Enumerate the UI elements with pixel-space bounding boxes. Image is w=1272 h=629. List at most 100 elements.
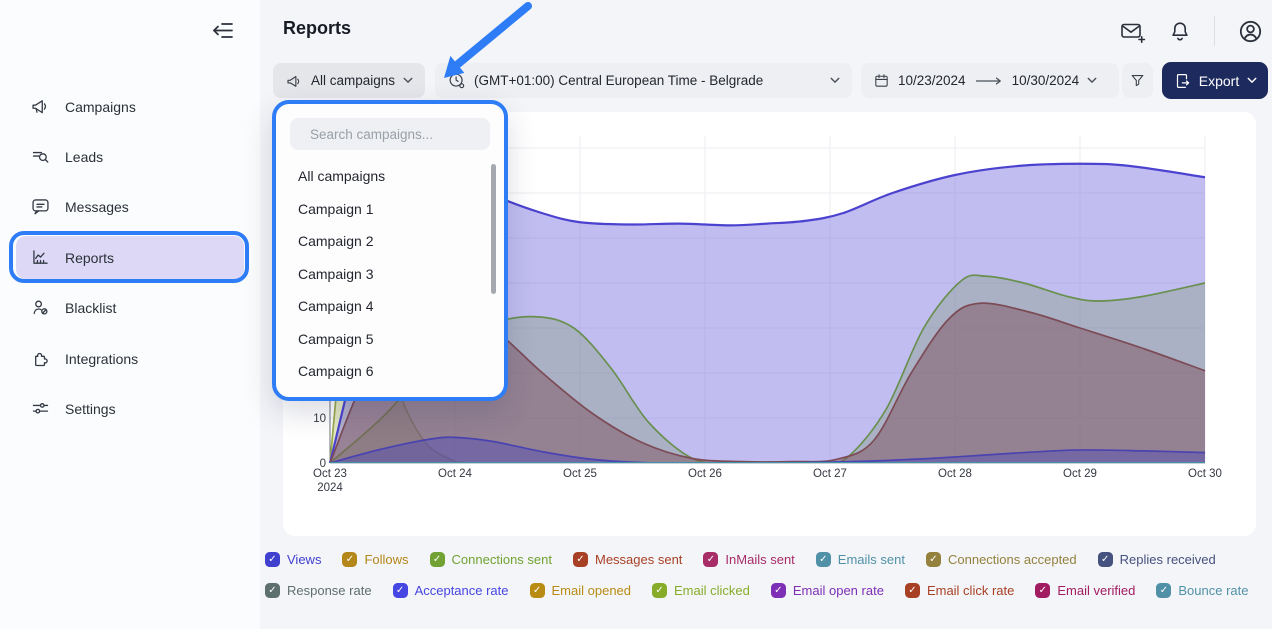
legend-item-messages-sent[interactable]: ✓ Messages sent: [573, 552, 682, 567]
user-block-icon: [30, 297, 51, 318]
dropdown-item-campaign-1[interactable]: Campaign 1: [276, 193, 504, 226]
legend-label: Follows: [364, 552, 408, 567]
checkbox-email-clicked[interactable]: ✓: [652, 583, 667, 598]
x-axis-label: Oct 30: [1188, 468, 1222, 480]
dropdown-item-campaign-5[interactable]: Campaign 5: [276, 323, 504, 356]
checkbox-response-rate[interactable]: ✓: [265, 583, 280, 598]
checkbox-connections-sent[interactable]: ✓: [430, 552, 445, 567]
legend-item-emails-sent[interactable]: ✓ Emails sent: [816, 552, 905, 567]
checkbox-email-open-rate[interactable]: ✓: [771, 583, 786, 598]
checkbox-emails-sent[interactable]: ✓: [816, 552, 831, 567]
header-icons: [1119, 14, 1264, 48]
filter-funnel-button[interactable]: [1122, 63, 1153, 98]
campaign-dropdown-panel: All campaignsCampaign 1Campaign 2Campaig…: [272, 100, 508, 401]
legend-item-bounce-rate[interactable]: ✓ Bounce rate: [1156, 583, 1248, 598]
x-axis-label-year: 2024: [317, 482, 343, 494]
sidebar-item-leads[interactable]: Leads: [16, 135, 244, 178]
checkbox-messages-sent[interactable]: ✓: [573, 552, 588, 567]
checkbox-email-opened[interactable]: ✓: [530, 583, 545, 598]
sidebar-item-reports[interactable]: Reports: [16, 236, 244, 279]
legend-label: Bounce rate: [1178, 583, 1248, 598]
legend-label: Messages sent: [595, 552, 682, 567]
legend-item-acceptance-rate[interactable]: ✓Acceptance rate: [393, 583, 509, 598]
sidebar-item-integrations[interactable]: Integrations: [16, 337, 244, 380]
legend-label: Email clicked: [674, 583, 750, 598]
checkbox-connections-accepted[interactable]: ✓: [926, 552, 941, 567]
legend-label: Email opened: [552, 583, 632, 598]
dropdown-item-campaign-6[interactable]: Campaign 6: [276, 355, 504, 388]
x-axis-label: Oct 28: [938, 468, 972, 480]
legend-item-email-opened[interactable]: ✓ Email opened: [530, 583, 632, 598]
dropdown-item-all-campaigns[interactable]: All campaigns: [276, 160, 504, 193]
sliders-icon: [30, 398, 51, 419]
funnel-icon: [1129, 72, 1146, 89]
legend-item-response-rate[interactable]: ✓ Response rate: [265, 583, 372, 598]
sidebar-item-blacklist[interactable]: Blacklist: [16, 286, 244, 329]
legend-label: Connections accepted: [948, 552, 1077, 567]
campaign-filter-label: All campaigns: [311, 73, 395, 88]
legend-item-views[interactable]: ✓ Views: [265, 552, 321, 567]
checkbox-email-click-rate[interactable]: ✓: [905, 583, 920, 598]
legend-item-email-clicked[interactable]: ✓ Email clicked: [652, 583, 750, 598]
sidebar: Campaigns Leads Messages Reports Blacklist In…: [0, 0, 260, 629]
legend-label: Response rate: [287, 583, 372, 598]
export-label: Export: [1199, 73, 1239, 89]
legend-label: Emails sent: [838, 552, 905, 567]
timezone-dropdown[interactable]: (GMT+01:00) Central European Time - Belg…: [435, 63, 852, 98]
checkbox-follows[interactable]: ✓: [342, 552, 357, 567]
legend-label: Replies received: [1120, 552, 1216, 567]
sidebar-item-label: Leads: [65, 149, 103, 165]
sidebar-item-settings[interactable]: Settings: [16, 387, 244, 430]
legend-item-follows[interactable]: ✓ Follows: [342, 552, 408, 567]
lead-search-icon: [30, 146, 51, 167]
legend-item-email-open-rate[interactable]: ✓Email open rate: [771, 583, 884, 598]
legend-label: Connections sent: [452, 552, 552, 567]
sidebar-collapse-icon[interactable]: [208, 18, 236, 44]
campaign-search-input[interactable]: [308, 126, 489, 143]
legend-item-connections-accepted[interactable]: ✓ Connections accepted: [926, 552, 1077, 567]
sidebar-item-label: Integrations: [65, 351, 138, 367]
legend-item-email-verified[interactable]: ✓Email verified: [1035, 583, 1135, 598]
legend-label: Views: [287, 552, 321, 567]
chart-icon: [30, 247, 51, 268]
page-title: Reports: [283, 18, 351, 39]
campaign-search[interactable]: [290, 118, 490, 150]
sidebar-item-label: Messages: [65, 199, 129, 215]
legend-label: Email click rate: [927, 583, 1014, 598]
date-range-picker[interactable]: 10/23/2024 10/30/2024: [861, 63, 1119, 98]
date-start: 10/23/2024: [898, 73, 966, 88]
dropdown-scrollbar-thumb[interactable]: [491, 164, 496, 294]
legend-row-1: ✓ Views ✓ Follows ✓ Connections sent ✓ Messages…: [265, 552, 1265, 567]
chat-bubble-icon: [30, 196, 51, 217]
x-axis-label: Oct 24: [438, 468, 472, 480]
puzzle-icon: [30, 348, 51, 369]
dropdown-item-campaign-4[interactable]: Campaign 4: [276, 290, 504, 323]
legend-item-inmails-sent[interactable]: ✓InMails sent: [703, 552, 794, 567]
x-axis-label: Oct 26: [688, 468, 722, 480]
export-button[interactable]: Export: [1162, 62, 1268, 99]
checkbox-replies-received[interactable]: ✓: [1098, 552, 1113, 567]
bell-icon[interactable]: [1168, 19, 1192, 44]
campaign-filter-dropdown[interactable]: All campaigns: [273, 63, 425, 98]
checkbox-acceptance-rate[interactable]: ✓: [393, 583, 408, 598]
checkbox-views[interactable]: ✓: [265, 552, 280, 567]
sidebar-item-label: Blacklist: [65, 300, 116, 316]
header-divider: [1214, 16, 1215, 46]
megaphone-icon: [30, 96, 51, 117]
date-end: 10/30/2024: [1012, 73, 1080, 88]
export-file-icon: [1173, 72, 1191, 90]
dropdown-item-campaign-2[interactable]: Campaign 2: [276, 225, 504, 258]
avatar-icon[interactable]: [1237, 18, 1264, 45]
mail-plus-icon[interactable]: [1119, 19, 1146, 44]
checkbox-inmails-sent[interactable]: ✓: [703, 552, 718, 567]
dropdown-item-campaign-3[interactable]: Campaign 3: [276, 258, 504, 291]
checkbox-email-verified[interactable]: ✓: [1035, 583, 1050, 598]
sidebar-item-messages[interactable]: Messages: [16, 185, 244, 228]
x-axis-label: Oct 29: [1063, 468, 1097, 480]
sidebar-item-campaigns[interactable]: Campaigns: [16, 85, 244, 128]
legend-item-replies-received[interactable]: ✓ Replies received: [1098, 552, 1216, 567]
legend-item-email-click-rate[interactable]: ✓ Email click rate: [905, 583, 1014, 598]
checkbox-bounce-rate[interactable]: ✓: [1156, 583, 1171, 598]
legend-item-connections-sent[interactable]: ✓ Connections sent: [430, 552, 552, 567]
x-axis-label: Oct 25: [563, 468, 597, 480]
